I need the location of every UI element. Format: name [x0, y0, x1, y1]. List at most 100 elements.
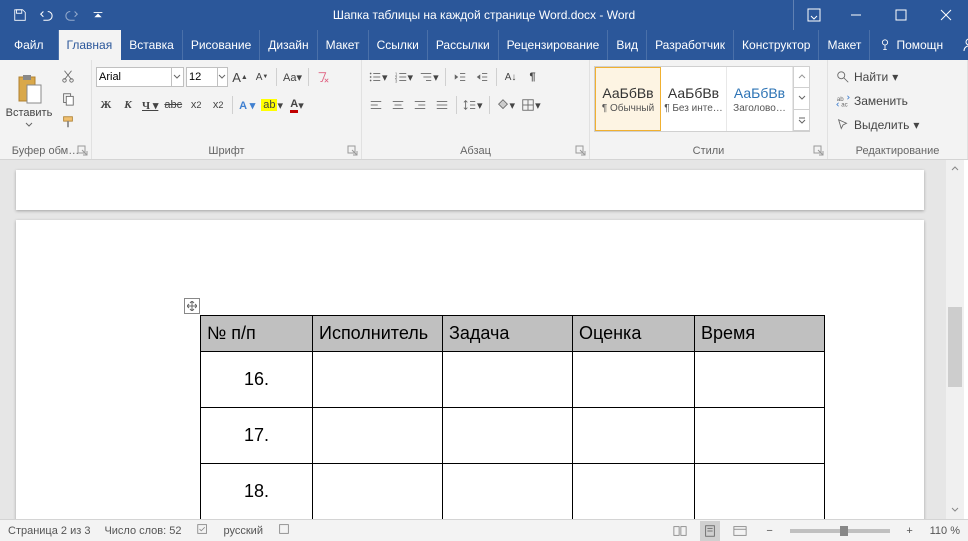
status-spellcheck-icon[interactable]: [196, 522, 210, 539]
styles-scroll-up[interactable]: [794, 67, 809, 88]
text-effects-button[interactable]: A ▾: [237, 95, 257, 115]
share-button[interactable]: [953, 37, 968, 53]
decrease-indent-button[interactable]: [450, 67, 470, 87]
zoom-in-button[interactable]: +: [900, 521, 920, 541]
paragraph-launcher-icon[interactable]: [575, 145, 587, 157]
scroll-thumb[interactable]: [948, 307, 962, 387]
status-language[interactable]: русский: [224, 525, 263, 537]
select-button[interactable]: Выделить ▾: [832, 114, 923, 136]
table-header[interactable]: Оценка: [573, 316, 695, 352]
font-name-combo[interactable]: [96, 67, 184, 87]
copy-button[interactable]: [58, 89, 78, 109]
tab-home[interactable]: Главная: [59, 30, 122, 60]
redo-button[interactable]: [60, 3, 84, 27]
styles-launcher-icon[interactable]: [813, 145, 825, 157]
show-marks-button[interactable]: ¶: [523, 67, 543, 87]
tab-table-design[interactable]: Конструктор: [734, 30, 819, 60]
table-cell[interactable]: 18.: [201, 464, 313, 520]
styles-scroll-down[interactable]: [794, 88, 809, 109]
justify-button[interactable]: [432, 95, 452, 115]
view-web-button[interactable]: [730, 521, 750, 541]
table-cell[interactable]: [313, 408, 443, 464]
bold-button[interactable]: Ж: [96, 95, 116, 115]
bullets-button[interactable]: ▾: [366, 67, 390, 87]
table-cell[interactable]: [443, 408, 573, 464]
styles-expand[interactable]: [794, 110, 809, 131]
scroll-down-button[interactable]: [946, 501, 964, 519]
table-cell[interactable]: 16.: [201, 352, 313, 408]
table-header[interactable]: Задача: [443, 316, 573, 352]
table-cell[interactable]: [313, 464, 443, 520]
table-cell[interactable]: [443, 464, 573, 520]
tab-references[interactable]: Ссылки: [369, 30, 428, 60]
underline-button[interactable]: Ч ▾: [140, 95, 160, 115]
table-header[interactable]: № п/п: [201, 316, 313, 352]
view-print-button[interactable]: [700, 521, 720, 541]
zoom-thumb[interactable]: [840, 526, 848, 536]
zoom-out-button[interactable]: −: [760, 521, 780, 541]
table-cell[interactable]: [695, 352, 825, 408]
tab-mailings[interactable]: Рассылки: [428, 30, 499, 60]
line-spacing-button[interactable]: ▾: [461, 95, 485, 115]
superscript-button[interactable]: x2: [208, 95, 228, 115]
style-normal[interactable]: АаБбВв ¶ Обычный: [595, 67, 661, 131]
increase-indent-button[interactable]: [472, 67, 492, 87]
close-button[interactable]: [923, 0, 968, 30]
status-page[interactable]: Страница 2 из 3: [8, 525, 90, 537]
scroll-up-button[interactable]: [946, 160, 964, 178]
save-button[interactable]: [8, 3, 32, 27]
scroll-track[interactable]: [946, 178, 964, 501]
table-cell[interactable]: [695, 408, 825, 464]
font-size-input[interactable]: [187, 71, 217, 83]
italic-button[interactable]: К: [118, 95, 138, 115]
tab-layout[interactable]: Макет: [318, 30, 369, 60]
tab-developer[interactable]: Разработчик: [647, 30, 734, 60]
table-header[interactable]: Исполнитель: [313, 316, 443, 352]
tell-me[interactable]: Помощн: [870, 38, 951, 52]
zoom-slider[interactable]: [790, 529, 890, 533]
minimize-button[interactable]: [833, 0, 878, 30]
multilevel-button[interactable]: ▾: [417, 67, 441, 87]
tab-design[interactable]: Дизайн: [260, 30, 317, 60]
find-button[interactable]: Найти ▾: [832, 66, 923, 88]
tab-view[interactable]: Вид: [608, 30, 647, 60]
clipboard-launcher-icon[interactable]: [77, 145, 89, 157]
table-cell[interactable]: [573, 464, 695, 520]
table-cell[interactable]: [573, 352, 695, 408]
align-left-button[interactable]: [366, 95, 386, 115]
table-cell[interactable]: [443, 352, 573, 408]
status-macro-icon[interactable]: [277, 522, 291, 539]
font-color-button[interactable]: A▾: [287, 95, 307, 115]
paste-button[interactable]: Вставить: [4, 62, 54, 140]
font-size-combo[interactable]: [186, 67, 228, 87]
ribbon-options-button[interactable]: [793, 0, 833, 30]
tab-file[interactable]: Файл: [0, 30, 59, 60]
font-name-input[interactable]: [97, 71, 171, 83]
table-cell[interactable]: [695, 464, 825, 520]
clear-format-button[interactable]: [313, 67, 333, 87]
sort-button[interactable]: A↓: [501, 67, 521, 87]
document-table[interactable]: № п/п Исполнитель Задача Оценка Время 16…: [200, 315, 825, 519]
grow-font-button[interactable]: A▲: [230, 67, 250, 87]
document-area[interactable]: № п/п Исполнитель Задача Оценка Время 16…: [0, 160, 946, 519]
qat-customize-button[interactable]: [86, 3, 110, 27]
align-right-button[interactable]: [410, 95, 430, 115]
zoom-level[interactable]: 110 %: [930, 525, 960, 537]
table-cell[interactable]: 17.: [201, 408, 313, 464]
cut-button[interactable]: [58, 66, 78, 86]
tab-review[interactable]: Рецензирование: [499, 30, 609, 60]
undo-button[interactable]: [34, 3, 58, 27]
table-cell[interactable]: [313, 352, 443, 408]
strike-button[interactable]: abc: [162, 95, 184, 115]
format-painter-button[interactable]: [58, 112, 78, 132]
shrink-font-button[interactable]: A▼: [252, 67, 272, 87]
style-heading1[interactable]: АаБбВв Заголово…: [727, 67, 793, 131]
tab-insert[interactable]: Вставка: [121, 30, 183, 60]
status-words[interactable]: Число слов: 52: [104, 525, 181, 537]
highlight-button[interactable]: ab▾: [259, 95, 285, 115]
maximize-button[interactable]: [878, 0, 923, 30]
vertical-scrollbar[interactable]: [946, 160, 964, 519]
borders-button[interactable]: ▾: [519, 95, 543, 115]
tab-table-layout[interactable]: Макет: [819, 30, 870, 60]
tab-draw[interactable]: Рисование: [183, 30, 260, 60]
